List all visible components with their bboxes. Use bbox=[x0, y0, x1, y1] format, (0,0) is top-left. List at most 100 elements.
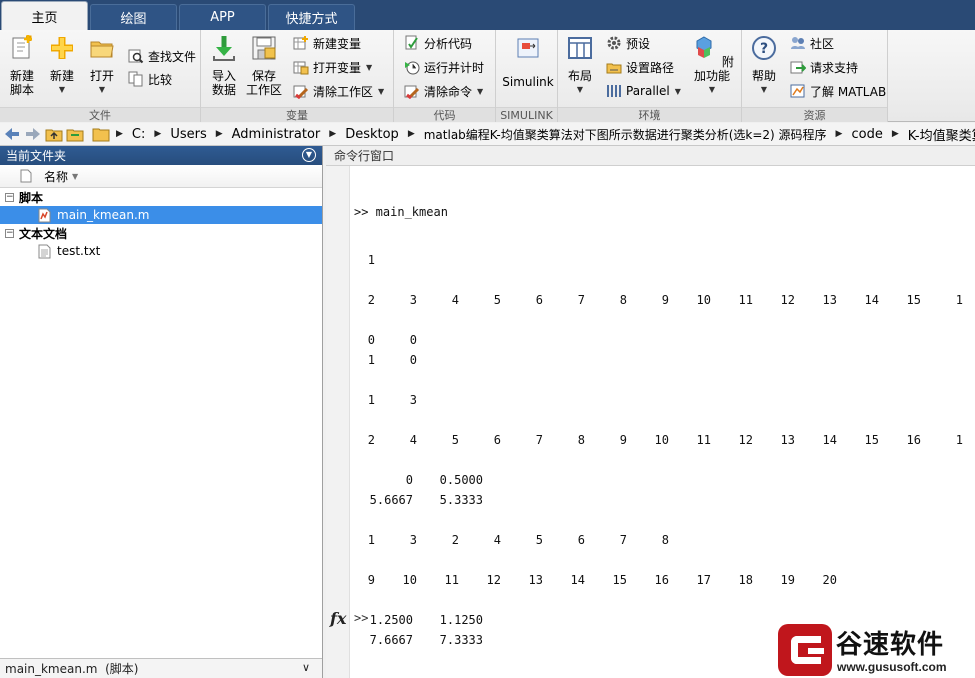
breadcrumb-kmeans-folder[interactable]: K-均值聚类算法 bbox=[908, 125, 975, 144]
breadcrumb-administrator[interactable]: Administrator bbox=[232, 127, 321, 142]
analyze-code-icon bbox=[405, 35, 418, 50]
request-support-button[interactable]: 请求支持 bbox=[790, 57, 858, 77]
code-section: 分析代码 运行并计时 清除命令 ▼ 代码 bbox=[394, 30, 496, 122]
community-button[interactable]: 社区 bbox=[790, 33, 834, 53]
tab-shortcuts[interactable]: 快捷方式 bbox=[268, 4, 355, 30]
variable-section-label: 变量 bbox=[201, 107, 393, 122]
collapse-icon[interactable]: − bbox=[5, 192, 14, 202]
brand-name: 谷速软件 bbox=[836, 630, 945, 660]
clear-workspace-icon bbox=[293, 85, 309, 99]
output-line: 0 0.5000 bbox=[354, 470, 975, 490]
chevron-down-icon: ▼ bbox=[708, 85, 716, 94]
output-value: 3 bbox=[409, 393, 417, 407]
open-variable-button[interactable]: 打开变量 ▼ bbox=[293, 57, 372, 77]
file-section: 新建 脚本 新建 ▼ 打开 ▼ 查找文件 比较 文件 bbox=[0, 30, 201, 122]
clear-commands-button[interactable]: 清除命令 ▼ bbox=[404, 81, 483, 101]
breadcrumb-code[interactable]: code bbox=[851, 127, 882, 142]
breadcrumb-separator-icon: ▶ bbox=[891, 129, 899, 139]
forward-arrow-icon[interactable] bbox=[24, 125, 42, 143]
preferences-button[interactable]: 预设 bbox=[606, 33, 650, 53]
address-bar: ▶ C: ▶ Users ▶ Administrator ▶ Desktop ▶… bbox=[0, 123, 975, 146]
clear-commands-label: 清除命令 bbox=[424, 84, 473, 99]
clear-workspace-button[interactable]: 清除工作区 ▼ bbox=[293, 81, 384, 101]
open-button[interactable]: 打开 ▼ bbox=[82, 34, 122, 97]
file-row-main-kmean[interactable]: main_kmean.m bbox=[0, 206, 322, 224]
find-files-label: 查找文件 bbox=[148, 49, 197, 64]
browse-folder-icon[interactable] bbox=[66, 125, 84, 143]
file-name: main_kmean.m bbox=[57, 208, 150, 222]
collapse-icon[interactable]: − bbox=[5, 228, 14, 238]
chevron-down-icon: ▼ bbox=[58, 85, 66, 94]
panel-menu-icon[interactable]: ▼ bbox=[302, 148, 316, 162]
breadcrumb-project-folder[interactable]: matlab编程K-均值聚类算法对下图所示数据进行聚类分析(选k=2) 源码程序 bbox=[424, 126, 827, 143]
group-text-documents[interactable]: − 文本文档 bbox=[0, 224, 322, 242]
open-label: 打开 bbox=[89, 69, 114, 83]
parallel-button[interactable]: Parallel ▼ bbox=[606, 81, 681, 101]
chevron-down-icon[interactable]: ∨ bbox=[302, 661, 310, 674]
set-path-button[interactable]: 设置路径 bbox=[606, 57, 674, 77]
back-arrow-icon[interactable] bbox=[3, 125, 21, 143]
file-row-test-txt[interactable]: test.txt bbox=[0, 242, 322, 260]
help-button[interactable]: ? 帮助 ▼ bbox=[744, 34, 784, 97]
output-lines: 1 2 3 4 5 6 7 8 9 10 11 12 13 14 15 1 0 0 1 0 1 3 2 4 5 6 7 8 9 10 11 1… bbox=[354, 250, 975, 650]
tab-apps[interactable]: APP bbox=[179, 4, 266, 30]
analyze-code-button[interactable]: 分析代码 bbox=[404, 33, 472, 53]
function-browser-icon[interactable]: fx bbox=[330, 609, 346, 628]
chevron-down-icon: ▼ bbox=[576, 85, 584, 94]
new-script-button[interactable]: 新建 脚本 bbox=[2, 34, 42, 97]
group-scripts[interactable]: − 脚本 bbox=[0, 188, 322, 206]
preferences-label: 预设 bbox=[626, 36, 651, 51]
current-folder-panel: 当前文件夹 ▼ 名称 ▼ − 脚本 main_kmean.m − 文本文档 te… bbox=[0, 146, 323, 678]
import-data-icon bbox=[213, 36, 235, 61]
import-data-button[interactable]: 导入 数据 bbox=[204, 34, 244, 97]
learn-matlab-button[interactable]: 了解 MATLAB bbox=[790, 81, 886, 101]
breadcrumb-users[interactable]: Users bbox=[170, 127, 206, 142]
output-line: 13245678 bbox=[354, 530, 975, 550]
text-file-icon bbox=[38, 244, 51, 258]
save-workspace-button[interactable]: 保存 工作区 bbox=[244, 34, 284, 97]
new-script-icon bbox=[12, 35, 32, 59]
new-button[interactable]: 新建 ▼ bbox=[42, 34, 82, 97]
layout-button[interactable]: 布局 ▼ bbox=[560, 34, 600, 97]
file-name: test.txt bbox=[57, 244, 101, 258]
output-value: 7.3333 bbox=[439, 633, 483, 647]
tab-home[interactable]: 主页 bbox=[1, 1, 88, 30]
up-folder-icon[interactable] bbox=[45, 125, 63, 143]
current-folder-header: 当前文件夹 ▼ bbox=[0, 146, 322, 165]
sort-arrow-icon[interactable]: ▼ bbox=[72, 172, 78, 181]
command-prompt[interactable]: >> bbox=[354, 611, 368, 625]
ribbon-tab-bar: 主页 绘图 APP 快捷方式 bbox=[0, 0, 975, 30]
clear-commands-icon bbox=[404, 85, 420, 99]
breadcrumb-c-drive[interactable]: C: bbox=[132, 127, 145, 142]
simulink-button[interactable]: Simulink bbox=[501, 34, 555, 89]
run-and-time-icon bbox=[405, 61, 420, 75]
name-column-header[interactable]: 名称 bbox=[44, 168, 68, 185]
watermark: 谷速软件 www.gususoft.com bbox=[778, 622, 975, 678]
output-value: 1 bbox=[955, 293, 963, 307]
command-window-title: 命令行窗口 bbox=[334, 149, 395, 163]
run-and-time-button[interactable]: 运行并计时 bbox=[404, 57, 484, 77]
brand-url: www.gususoft.com bbox=[837, 660, 947, 674]
find-files-button[interactable]: 查找文件 bbox=[128, 46, 196, 66]
file-type-icon bbox=[20, 169, 32, 183]
add-ons-button[interactable]: 附加功能 ▼ bbox=[686, 34, 738, 97]
simulink-icon bbox=[517, 38, 539, 58]
compare-label: 比较 bbox=[148, 72, 173, 87]
tab-plots[interactable]: 绘图 bbox=[90, 4, 177, 30]
output-value: 8 bbox=[661, 533, 669, 547]
command-output[interactable]: >> main_kmean 1 2 3 4 5 6 7 8 9 10 11 12 13 14 15 1 0 0 1 0… bbox=[354, 174, 975, 678]
layout-label: 布局 bbox=[567, 69, 592, 83]
new-variable-button[interactable]: 新建变量 bbox=[293, 33, 361, 53]
compare-button[interactable]: 比较 bbox=[128, 69, 172, 89]
group-scripts-label: 脚本 bbox=[19, 190, 44, 205]
details-bar[interactable]: main_kmean.m (脚本) ∨ bbox=[0, 658, 322, 678]
breadcrumb-desktop[interactable]: Desktop bbox=[345, 127, 399, 142]
output-line: 00 bbox=[354, 330, 975, 350]
column-header: 名称 ▼ bbox=[0, 165, 322, 188]
